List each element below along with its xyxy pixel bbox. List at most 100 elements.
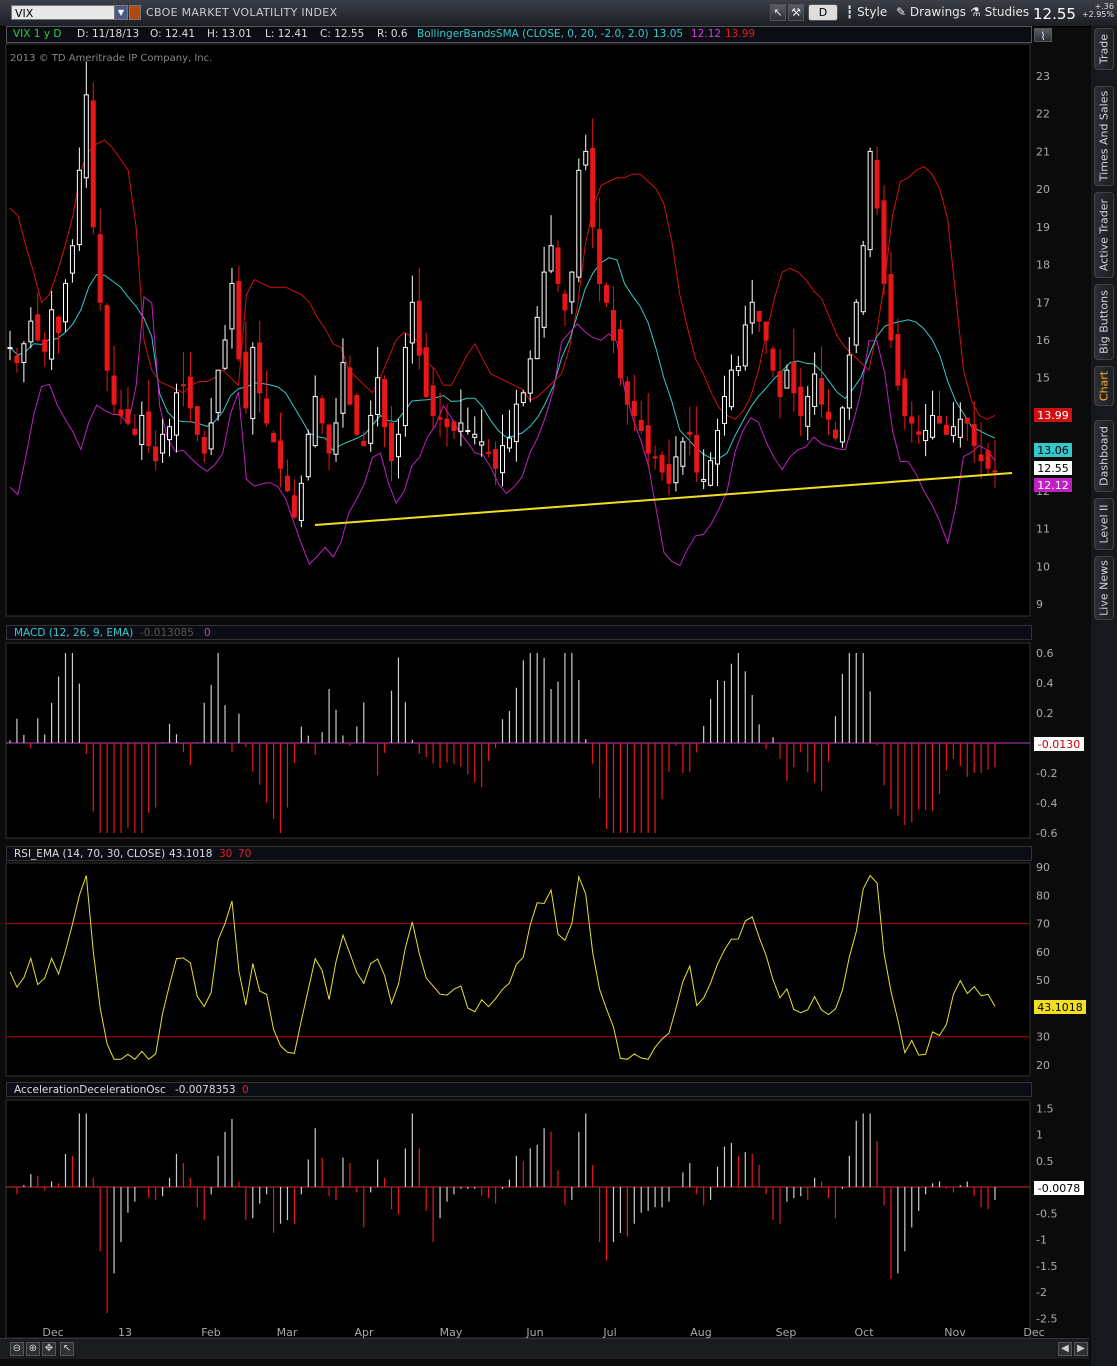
macd-zero: 0 bbox=[204, 627, 211, 639]
candle-body bbox=[201, 437, 207, 454]
candle-body bbox=[978, 454, 984, 462]
candle-body bbox=[923, 430, 929, 442]
low-label: L: 12.41 bbox=[265, 28, 308, 40]
candle-body bbox=[257, 342, 263, 394]
candle-body bbox=[520, 392, 526, 404]
studies-menu[interactable]: ⚗ Studies bbox=[970, 5, 1029, 19]
price-tick-label: 23 bbox=[1036, 70, 1050, 83]
candle-body bbox=[853, 301, 859, 346]
price-tick-label: 11 bbox=[1036, 523, 1050, 536]
candle-body bbox=[583, 150, 589, 166]
ac-zero: 0 bbox=[242, 1084, 249, 1096]
candle-body bbox=[486, 451, 492, 454]
candle-body bbox=[312, 396, 318, 447]
scroll-right-icon[interactable]: ▶ bbox=[1074, 1342, 1088, 1356]
macd-tick-label: 0.6 bbox=[1036, 647, 1054, 660]
candle-body bbox=[56, 316, 62, 333]
candle-body bbox=[479, 441, 485, 446]
ac-value: -0.0078353 bbox=[175, 1084, 236, 1096]
ac-tick-label: -1.5 bbox=[1036, 1260, 1057, 1273]
price-tick-label: 15 bbox=[1036, 372, 1050, 385]
tab-dashboard[interactable]: Dashboard bbox=[1094, 420, 1114, 492]
ac-label[interactable]: AccelerationDecelerationOsc bbox=[14, 1084, 166, 1096]
cursor-icon[interactable]: ↖ bbox=[770, 4, 786, 21]
rsi-study-header: RSI_EMA (14, 70, 30, CLOSE) 43.1018 30 7… bbox=[6, 846, 1032, 861]
svg-text:43.1018: 43.1018 bbox=[1037, 1001, 1083, 1014]
macd-value: -0.013085 bbox=[140, 627, 194, 639]
candle-body bbox=[742, 324, 748, 367]
candle-body bbox=[881, 200, 887, 284]
pan-icon[interactable]: ✥ bbox=[42, 1342, 56, 1356]
style-menu[interactable]: ┇ Style bbox=[846, 5, 887, 19]
change-pct: +2.95% bbox=[1081, 10, 1114, 19]
studies-icon: ⚗ bbox=[970, 5, 981, 19]
wrench-icon[interactable]: ⚒ bbox=[788, 4, 804, 21]
candle-body bbox=[208, 422, 214, 450]
ac-tick-label: -0.5 bbox=[1036, 1207, 1057, 1220]
candle-body bbox=[49, 309, 55, 360]
candle-body bbox=[735, 365, 741, 372]
macd-tick-label: -0.2 bbox=[1036, 767, 1057, 780]
candle-body bbox=[215, 369, 221, 414]
candle-body bbox=[132, 428, 138, 435]
symbol-input[interactable]: VIX bbox=[11, 5, 115, 20]
candle-body bbox=[555, 247, 561, 284]
chart-canvas[interactable]: 23222120191817161514131211109 0.60.40.20… bbox=[0, 26, 1089, 1366]
candle-body bbox=[659, 454, 665, 473]
range-label: R: 0.6 bbox=[377, 28, 408, 40]
rsi-os-value: 70 bbox=[238, 848, 252, 860]
tab-level-ii[interactable]: Level II bbox=[1094, 498, 1114, 550]
tab-big-buttons[interactable]: Big Buttons bbox=[1094, 284, 1114, 360]
macd-label[interactable]: MACD (12, 26, 9, EMA) bbox=[14, 627, 133, 639]
tab-trade[interactable]: Trade bbox=[1094, 28, 1114, 70]
candle-body bbox=[749, 301, 755, 324]
date-label: D: 11/18/13 bbox=[77, 28, 140, 40]
candle-body bbox=[7, 347, 13, 350]
tab-times-and-sales[interactable]: Times And Sales bbox=[1094, 86, 1114, 186]
rsi-label[interactable]: RSI_EMA (14, 70, 30, CLOSE) bbox=[14, 848, 165, 860]
candle-body bbox=[701, 479, 707, 482]
candle-body bbox=[576, 169, 582, 278]
price-tick-label: 9 bbox=[1036, 598, 1043, 611]
candle-body bbox=[819, 377, 825, 405]
bb-lower-badge: 12.12 bbox=[1034, 478, 1072, 492]
candle-body bbox=[305, 433, 311, 478]
price-tick-label: 21 bbox=[1036, 145, 1050, 158]
candle-body bbox=[229, 282, 235, 330]
candle-body bbox=[943, 424, 949, 435]
candle-body bbox=[42, 339, 48, 352]
candle-body bbox=[839, 407, 845, 443]
candle-body bbox=[90, 100, 96, 228]
candle-body bbox=[590, 148, 596, 228]
drawings-menu[interactable]: ✎ Drawings bbox=[896, 5, 966, 19]
scroll-left-icon[interactable]: ◀ bbox=[1058, 1342, 1072, 1356]
tab-active-trader[interactable]: Active Trader bbox=[1094, 192, 1114, 278]
candle-body bbox=[354, 394, 360, 435]
tab-label: Active Trader bbox=[1097, 198, 1111, 272]
tab-chart[interactable]: Chart bbox=[1094, 366, 1114, 406]
zoom-out-icon[interactable]: ⊖ bbox=[10, 1342, 24, 1356]
rsi-badge: 43.1018 bbox=[1034, 1000, 1086, 1014]
bb-study-label[interactable]: BollingerBandsSMA (CLOSE, 0, 20, -2.0, 2… bbox=[417, 28, 649, 40]
candle-body bbox=[624, 381, 630, 405]
candle-body bbox=[236, 280, 242, 360]
rsi-tick-label: 60 bbox=[1036, 946, 1050, 959]
candle-body bbox=[832, 429, 838, 439]
bb-upper-value: 13.99 bbox=[725, 28, 756, 40]
aggregation-button[interactable]: D bbox=[808, 4, 838, 21]
zoom-in-icon[interactable]: ⊕ bbox=[26, 1342, 40, 1356]
candle-body bbox=[721, 396, 727, 424]
ac-tick-label: 1 bbox=[1036, 1129, 1043, 1142]
candle-body bbox=[402, 347, 408, 427]
tab-live-news[interactable]: Live News bbox=[1094, 556, 1114, 620]
candle-body bbox=[423, 347, 429, 398]
pointer-icon[interactable]: ↖ bbox=[60, 1342, 74, 1356]
candle-body bbox=[513, 403, 519, 443]
symbol-link-button[interactable] bbox=[129, 5, 141, 20]
symbol-dropdown-button[interactable]: ▼ bbox=[114, 5, 128, 20]
price-tick-label: 16 bbox=[1036, 334, 1050, 347]
ac-tick-label: 0.5 bbox=[1036, 1155, 1054, 1168]
candle-body bbox=[284, 475, 290, 492]
chart-settings-icon[interactable]: ⌇ bbox=[1034, 28, 1052, 43]
candle-body bbox=[444, 418, 450, 428]
